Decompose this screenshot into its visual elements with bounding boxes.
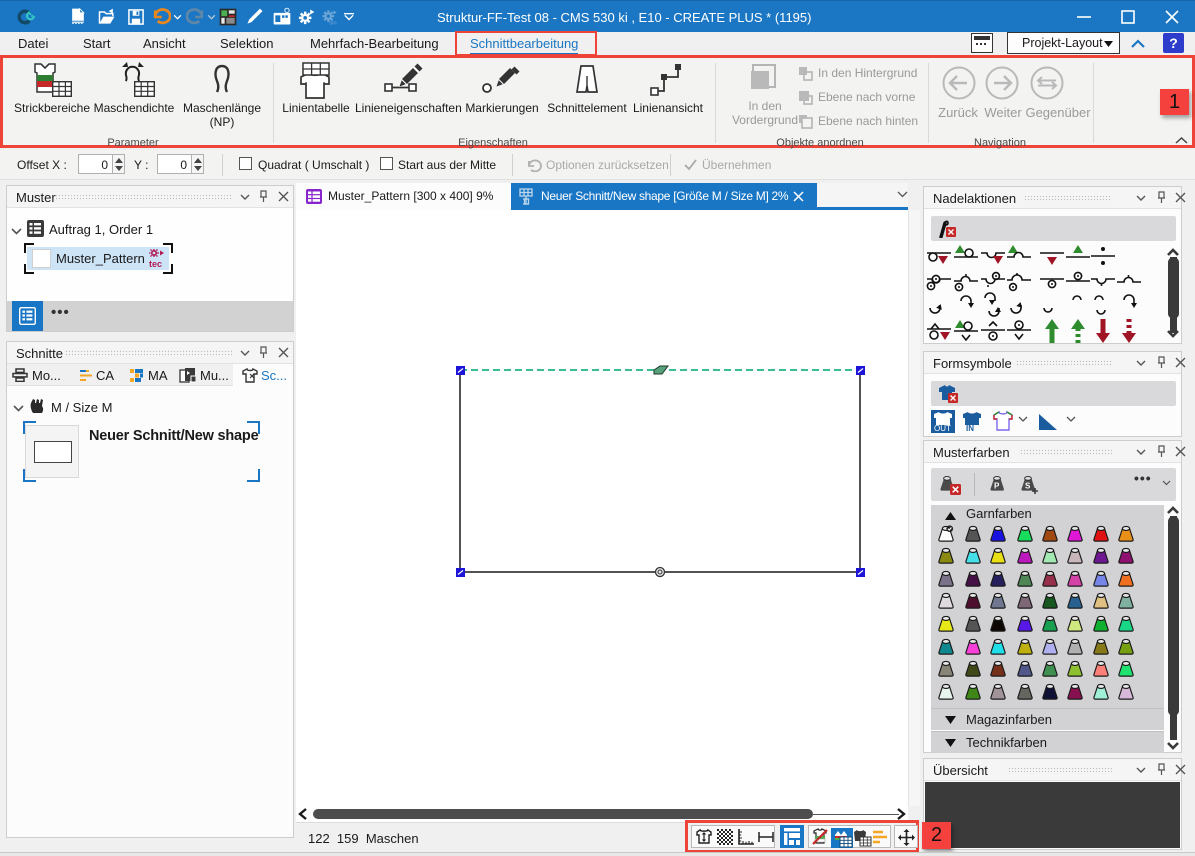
- svg-text:sin: sin: [329, 21, 336, 27]
- svg-text:S: S: [1025, 482, 1031, 491]
- svg-text:P: P: [994, 482, 1000, 491]
- svg-text:OUT: OUT: [934, 424, 951, 432]
- svg-text:IN: IN: [966, 424, 974, 432]
- svg-text:tec: tec: [149, 259, 162, 269]
